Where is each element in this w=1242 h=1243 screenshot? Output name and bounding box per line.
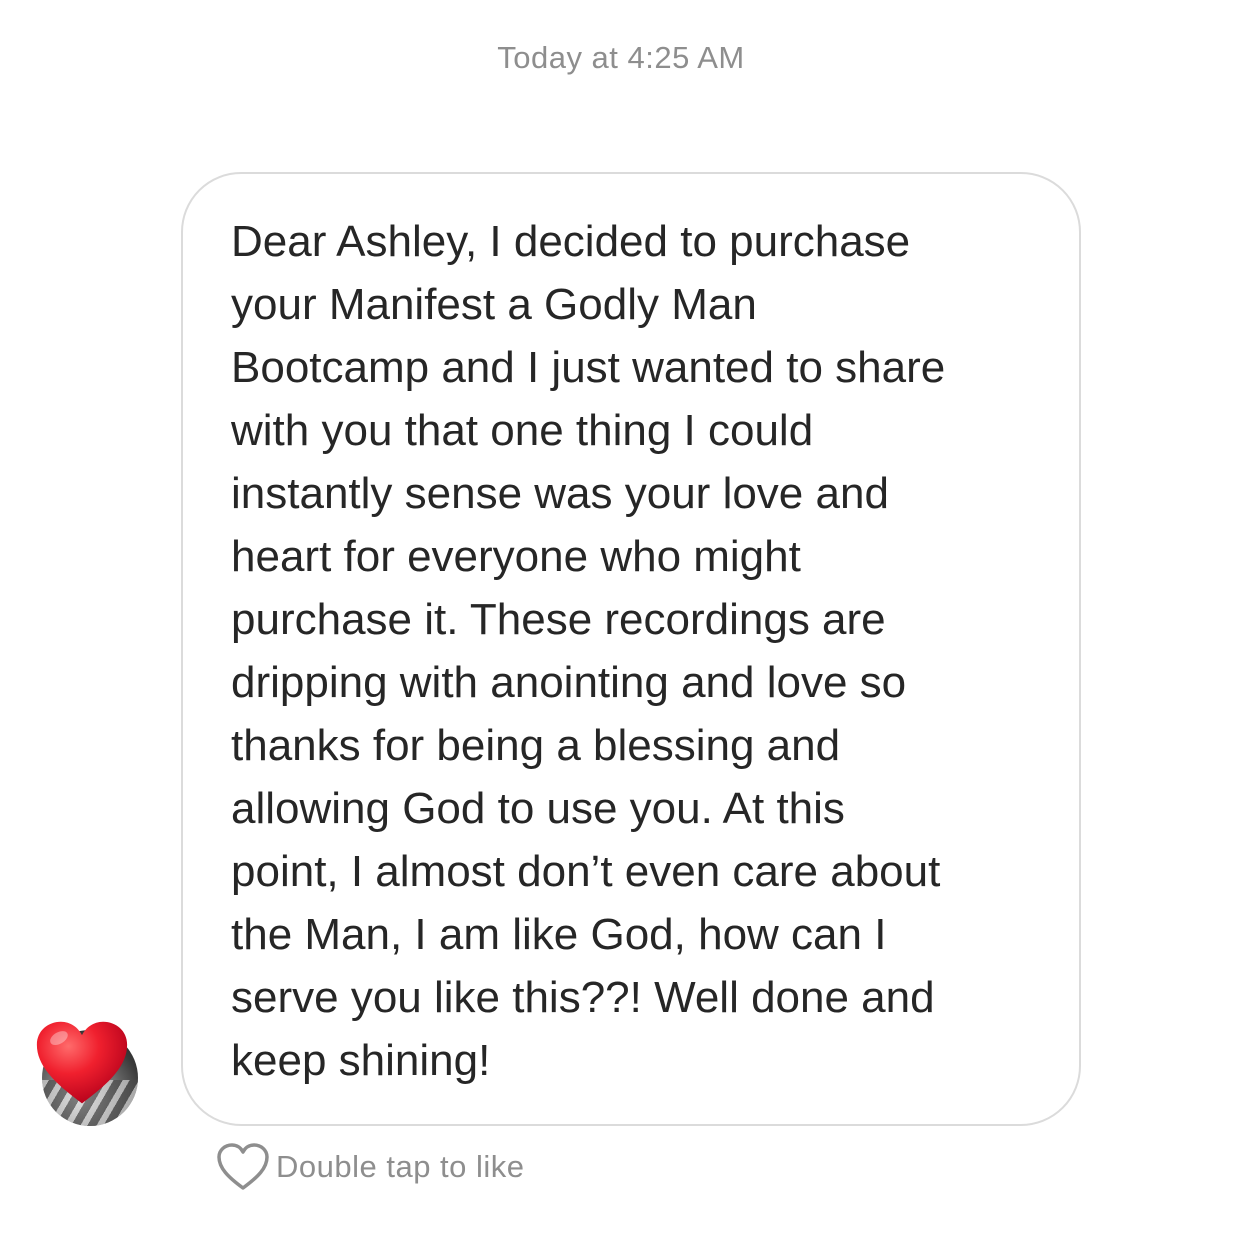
message-text: Dear Ashley, I decided to purchase your … xyxy=(231,217,946,1085)
message-bubble[interactable]: Dear Ashley, I decided to purchase your … xyxy=(181,172,1081,1126)
like-label: Double tap to like xyxy=(276,1149,525,1184)
red-heart-icon[interactable] xyxy=(34,1018,130,1108)
like-action[interactable]: Double tap to like xyxy=(216,1140,525,1194)
heart-outline-icon[interactable] xyxy=(216,1142,270,1192)
message-timestamp: Today at 4:25 AM xyxy=(497,40,745,75)
